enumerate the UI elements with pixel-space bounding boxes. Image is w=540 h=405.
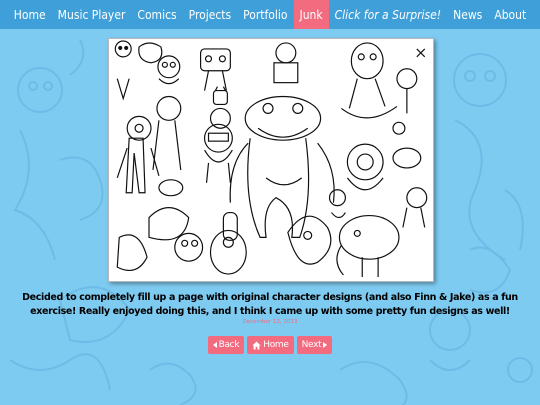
triangle-right-icon: [323, 342, 328, 348]
nav-music-player[interactable]: Music Player: [52, 0, 132, 29]
post-caption: Decided to completely fill up a page wit…: [22, 292, 518, 317]
house-icon: [252, 340, 261, 350]
post-date: December 12, 2013: [242, 319, 298, 325]
nav-news[interactable]: News: [447, 0, 488, 29]
nav-home[interactable]: Home: [8, 0, 52, 29]
character-designs-artwork[interactable]: [108, 38, 434, 282]
triangle-left-icon: [212, 342, 217, 348]
back-button[interactable]: Back: [207, 336, 245, 354]
back-label: Back: [218, 340, 240, 350]
artwork-illustration: [109, 39, 433, 281]
nav-portfolio[interactable]: Portfolio: [237, 0, 293, 29]
pager: Back Home Next: [0, 336, 540, 354]
next-label: Next: [301, 340, 322, 350]
nav-comics[interactable]: Comics: [131, 0, 182, 29]
nav-projects[interactable]: Projects: [183, 0, 238, 29]
next-button[interactable]: Next: [296, 336, 333, 354]
home-button[interactable]: Home: [247, 336, 294, 354]
nav-junk[interactable]: Junk: [293, 0, 329, 29]
home-label: Home: [263, 340, 289, 350]
nav-about[interactable]: About: [488, 0, 532, 29]
main-navbar: Home Music Player Comics Projects Portfo…: [0, 0, 540, 29]
nav-surprise[interactable]: Click for a Surprise!: [329, 0, 447, 29]
